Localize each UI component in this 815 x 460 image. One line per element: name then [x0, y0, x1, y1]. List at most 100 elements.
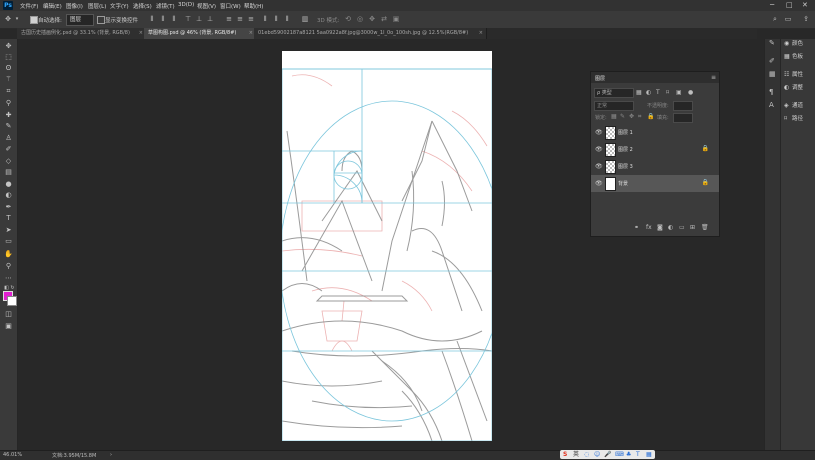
add-mask-icon[interactable]: ◙ — [657, 224, 663, 231]
voice-icon[interactable]: 🎤 — [604, 450, 611, 459]
magic-wand-icon[interactable]: ⚚ — [3, 74, 14, 84]
filter-adjustment-icon[interactable]: ◐ — [646, 89, 651, 96]
keyboard-icon[interactable]: ⌨ — [615, 450, 624, 459]
filter-shape-icon[interactable]: ⌑ — [666, 89, 669, 96]
delete-layer-icon[interactable]: 🗑 — [701, 224, 709, 231]
menu-view[interactable]: 视图(V) — [197, 2, 216, 10]
channels-panel-tab[interactable]: ◈ 通道 — [784, 101, 803, 109]
properties-panel-tab[interactable]: ☷ 属性 — [784, 70, 803, 78]
auto-align-icon[interactable]: ▥ — [301, 15, 309, 23]
menu-edit[interactable]: 编辑(E) — [43, 2, 62, 10]
emoji-icon[interactable]: ☺ — [594, 450, 600, 459]
lasso-icon[interactable]: ʘ — [3, 63, 14, 73]
auto-select-checkbox[interactable] — [30, 16, 38, 24]
distribute-center-icon[interactable]: ⦀ — [272, 15, 280, 23]
grid-icon[interactable]: ▦ — [646, 450, 652, 459]
minimize-button[interactable]: ─ — [770, 1, 774, 9]
visibility-eye-icon[interactable]: 👁 — [595, 180, 603, 187]
character-icon[interactable]: A — [769, 101, 774, 109]
distribute-top-icon[interactable]: ≡ — [225, 15, 233, 23]
panel-menu-icon[interactable]: ≡ — [711, 74, 716, 81]
3d-scale-icon[interactable]: ▣ — [392, 15, 400, 23]
clone-stamp-icon[interactable]: ♙ — [3, 133, 14, 143]
new-group-icon[interactable]: ▭ — [679, 224, 685, 231]
eyedropper-icon[interactable]: ⚲ — [3, 98, 14, 108]
dodge-icon[interactable]: ◐ — [3, 190, 14, 200]
zoom-level[interactable]: 46.01% — [3, 452, 22, 458]
color-panel-tab[interactable]: ◉ 颜色 — [784, 39, 803, 47]
distribute-bottom-icon[interactable]: ≡ — [247, 15, 255, 23]
status-menu-arrow[interactable]: › — [110, 452, 112, 458]
filter-type-icon[interactable]: T — [656, 89, 660, 96]
show-transform-checkbox[interactable] — [97, 16, 105, 24]
align-bottom-icon[interactable]: ⊥ — [206, 15, 214, 23]
visibility-eye-icon[interactable]: 👁 — [595, 146, 603, 153]
more-tools-icon[interactable]: ⋯ — [3, 273, 14, 283]
marquee-icon[interactable]: ⬚ — [3, 52, 14, 62]
brush-settings-icon[interactable]: ✐ — [769, 57, 775, 65]
distribute-left-icon[interactable]: ⦀ — [261, 15, 269, 23]
lock-position-icon[interactable]: ✥ — [629, 113, 634, 120]
close-tab-icon[interactable]: × — [139, 28, 143, 39]
skin-icon[interactable]: ♣ — [626, 450, 631, 459]
lock-image-icon[interactable]: ✎ — [620, 113, 625, 120]
chevron-down-icon[interactable]: ▾ — [13, 15, 21, 23]
layers-panel-title[interactable]: 图层 — [595, 75, 605, 82]
punctuation-icon[interactable]: ◌ — [584, 450, 589, 459]
toolbox-icon[interactable]: T — [636, 450, 640, 459]
move-icon[interactable]: ✥ — [3, 41, 14, 51]
sogou-logo-icon[interactable]: S — [563, 450, 567, 459]
menu-type[interactable]: 文字(Y) — [110, 2, 129, 10]
search-icon[interactable]: ⌕ — [771, 15, 779, 23]
screen-mode-icon[interactable]: ▣ — [3, 321, 14, 331]
menu-file[interactable]: 文件(F) — [20, 2, 38, 10]
swatches-panel-tab[interactable]: ▦ 色板 — [784, 52, 803, 60]
menu-help[interactable]: 帮助(H) — [244, 2, 263, 10]
filter-pixel-icon[interactable]: ▦ — [636, 89, 642, 96]
layer-row-3[interactable]: 👁 图层 3 — [591, 158, 719, 175]
align-top-icon[interactable]: ⊤ — [184, 15, 192, 23]
move-tool-preset-icon[interactable]: ✥ — [4, 15, 12, 23]
tab-document-2[interactable]: 草图构图.psd @ 46% (背景, RGB/8#) × — [144, 28, 257, 39]
history-icon[interactable]: ✎ — [769, 39, 775, 47]
distribute-middle-icon[interactable]: ≡ — [236, 15, 244, 23]
healing-brush-icon[interactable]: ✚ — [3, 110, 14, 120]
history-brush-icon[interactable]: ✐ — [3, 144, 14, 154]
lock-transparent-icon[interactable]: ▦ — [611, 113, 617, 120]
menu-image[interactable]: 图像(I) — [66, 2, 83, 10]
3d-slide-icon[interactable]: ⇄ — [380, 15, 388, 23]
distribute-right-icon[interactable]: ⦀ — [283, 15, 291, 23]
brush-icon[interactable]: ✎ — [3, 121, 14, 131]
tab-document-1[interactable]: 古国历史插画例化.psd @ 33.1% (背景, RGB/8) × — [17, 28, 147, 39]
layer-row-background[interactable]: 👁 背景 🔒 — [591, 175, 719, 192]
3d-pan-icon[interactable]: ✥ — [368, 15, 376, 23]
new-layer-icon[interactable]: ⊞ — [690, 224, 695, 231]
rectangle-icon[interactable]: ▭ — [3, 236, 14, 246]
align-middle-icon[interactable]: ⊥ — [195, 15, 203, 23]
eraser-icon[interactable]: ◇ — [3, 156, 14, 166]
ime-language[interactable]: 英 — [573, 450, 579, 459]
adjustments-panel-tab[interactable]: ◐ 调整 — [784, 83, 803, 91]
align-left-icon[interactable]: ⫴ — [148, 15, 156, 23]
menu-select[interactable]: 选择(S) — [133, 2, 152, 10]
blend-mode-dropdown[interactable]: 正常 — [594, 101, 634, 111]
auto-select-dropdown[interactable]: 图层 — [66, 14, 94, 26]
3d-rotate-icon[interactable]: ⟲ — [344, 15, 352, 23]
quick-mask-icon[interactable]: ◫ — [3, 309, 14, 319]
visibility-eye-icon[interactable]: 👁 — [595, 163, 603, 170]
lock-artboard-icon[interactable]: ⌗ — [638, 113, 641, 121]
align-right-icon[interactable]: ⫴ — [170, 15, 178, 23]
gradient-icon[interactable]: ▤ — [3, 167, 14, 177]
background-color-swatch[interactable] — [7, 296, 17, 306]
layer-row-1[interactable]: 👁 图层 1 — [591, 124, 719, 141]
blur-icon[interactable]: ● — [3, 179, 14, 189]
paragraph-icon[interactable]: ¶ — [769, 88, 773, 96]
layer-filter-dropdown[interactable]: ρ 类型 — [594, 88, 634, 98]
paths-panel-tab[interactable]: ⌑ 路径 — [784, 114, 803, 122]
hand-icon[interactable]: ✋ — [3, 249, 14, 259]
close-tab-icon[interactable]: × — [249, 28, 253, 39]
close-button[interactable]: ✕ — [802, 1, 808, 9]
filter-toggle-icon[interactable]: ● — [688, 89, 693, 96]
menu-window[interactable]: 窗口(W) — [220, 2, 241, 10]
menu-layer[interactable]: 图层(L) — [88, 2, 106, 10]
